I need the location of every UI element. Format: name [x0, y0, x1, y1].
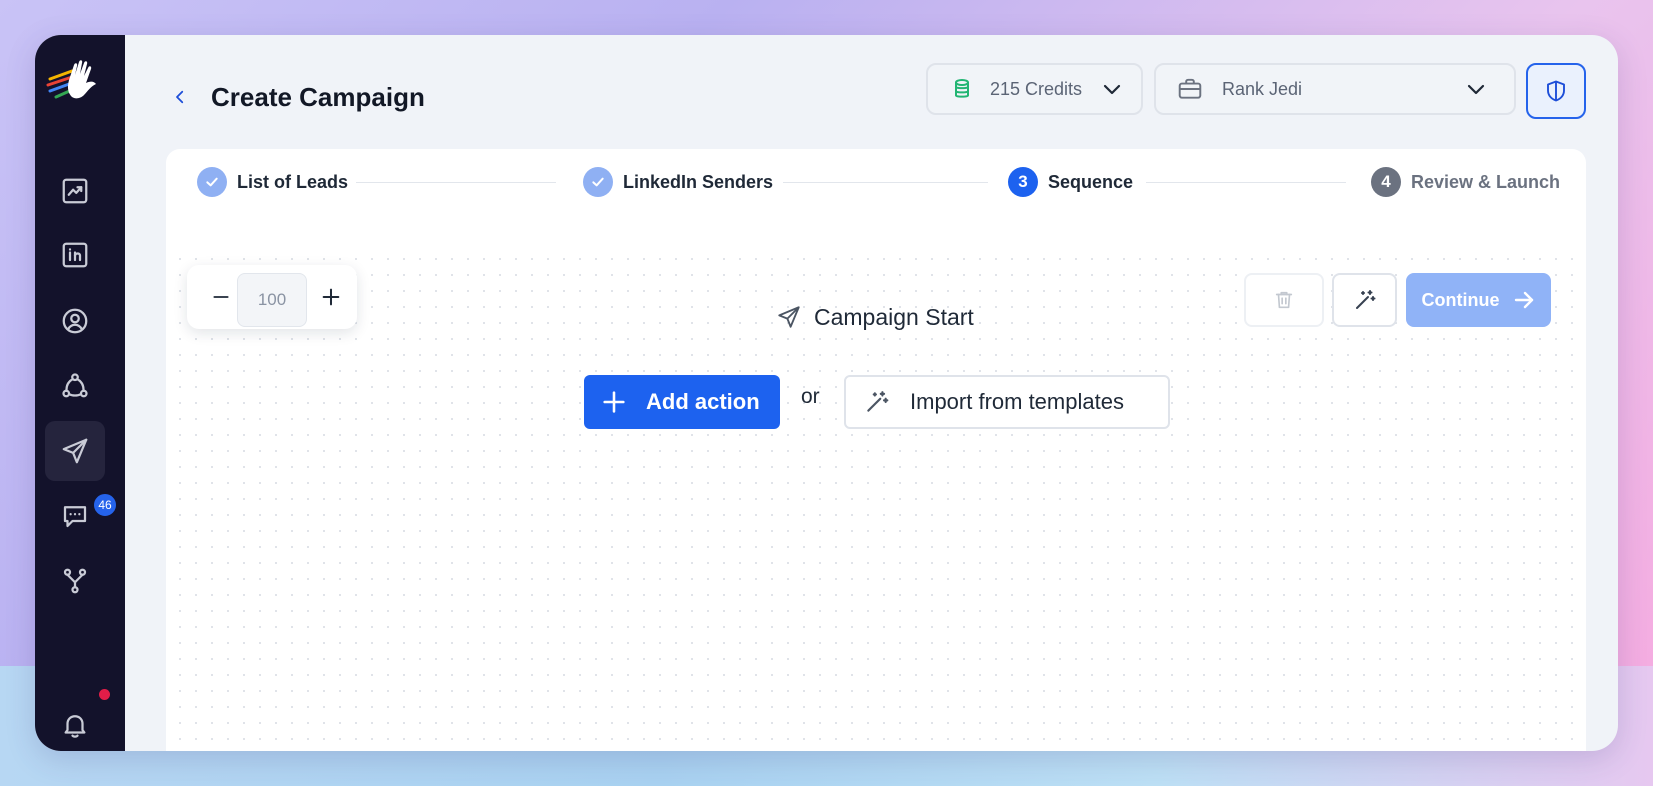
app-logo — [46, 60, 96, 99]
campaign-start-label: Campaign Start — [814, 303, 974, 330]
magic-wand-button[interactable] — [1332, 273, 1397, 327]
network-icon — [62, 373, 88, 398]
step-connector — [1146, 182, 1346, 183]
branch-icon — [63, 568, 87, 594]
continue-button[interactable]: Continue — [1406, 273, 1551, 327]
step-linkedin-senders[interactable]: LinkedIn Senders — [583, 167, 773, 197]
send-icon — [778, 306, 800, 328]
sidebar: 46 — [35, 35, 125, 751]
campaign-start-node: Campaign Start — [776, 299, 974, 335]
sidebar-item-notifications[interactable] — [45, 695, 105, 751]
credits-label: 215 Credits — [990, 78, 1083, 99]
step-review-launch[interactable]: 4 Review & Launch — [1371, 167, 1560, 197]
step-sequence[interactable]: 3 Sequence — [1008, 167, 1133, 197]
chevron-down-icon — [1467, 84, 1485, 95]
back-button[interactable] — [160, 77, 200, 117]
minus-icon — [213, 296, 229, 298]
page-title: Create Campaign — [211, 82, 425, 112]
linkedin-icon — [62, 242, 88, 268]
plus-icon — [603, 391, 625, 413]
add-action-button[interactable]: Add action — [584, 375, 780, 429]
continue-label: Continue — [1421, 289, 1500, 310]
or-separator: or — [801, 385, 820, 408]
security-button[interactable] — [1526, 63, 1586, 119]
sidebar-item-leads[interactable] — [45, 291, 105, 351]
chevron-left-icon — [176, 90, 184, 104]
magic-wand-icon — [1355, 290, 1375, 309]
campaign-card: List of Leads LinkedIn Senders 3 Sequenc… — [166, 149, 1586, 751]
import-templates-button[interactable]: Import from templates — [844, 375, 1170, 429]
step-connector — [783, 182, 988, 183]
zoom-control — [187, 265, 357, 329]
sidebar-item-campaigns[interactable] — [45, 421, 105, 481]
shield-icon — [1547, 80, 1565, 102]
magic-wand-icon — [867, 391, 889, 412]
sidebar-item-integrations[interactable] — [45, 551, 105, 611]
sidebar-item-network[interactable] — [45, 356, 105, 416]
trash-icon — [1275, 291, 1293, 309]
sidebar-item-linkedin[interactable] — [45, 225, 105, 285]
workspace-label: Rank Jedi — [1222, 78, 1303, 99]
user-circle-icon — [62, 308, 88, 334]
stepper: List of Leads LinkedIn Senders 3 Sequenc… — [166, 149, 1586, 219]
app-window: 46 Create Campaign 215 Credits Rank Jedi — [35, 35, 1618, 751]
import-templates-label: Import from templates — [910, 389, 1124, 414]
step-list-of-leads[interactable]: List of Leads — [197, 167, 348, 197]
check-icon — [583, 167, 613, 197]
check-icon — [197, 167, 227, 197]
workspace-dropdown[interactable]: Rank Jedi — [1154, 63, 1516, 115]
sidebar-item-analytics[interactable] — [45, 161, 105, 221]
step-label: Sequence — [1048, 171, 1134, 192]
credits-dropdown[interactable]: 215 Credits — [926, 63, 1143, 115]
trending-up-icon — [62, 178, 88, 204]
step-label: List of Leads — [237, 171, 349, 192]
step-label: Review & Launch — [1411, 171, 1561, 192]
add-action-label: Add action — [646, 389, 760, 414]
step-number: 4 — [1371, 167, 1401, 197]
chat-icon — [63, 506, 87, 528]
send-icon — [62, 438, 88, 464]
messages-badge: 46 — [92, 492, 118, 518]
zoom-out-button[interactable] — [207, 283, 235, 311]
step-label: LinkedIn Senders — [623, 171, 774, 192]
zoom-in-button[interactable] — [317, 283, 345, 311]
arrow-right-icon — [1514, 291, 1533, 309]
bell-icon — [64, 715, 86, 738]
zoom-input[interactable] — [237, 273, 307, 327]
step-number: 3 — [1008, 167, 1038, 197]
database-icon — [955, 79, 969, 98]
briefcase-icon — [1178, 78, 1202, 99]
step-connector — [356, 182, 556, 183]
notification-dot — [99, 689, 110, 700]
delete-button[interactable] — [1244, 273, 1324, 327]
chevron-down-icon — [1103, 84, 1121, 95]
sidebar-item-messages[interactable]: 46 — [45, 486, 118, 546]
plus-icon — [322, 288, 340, 306]
